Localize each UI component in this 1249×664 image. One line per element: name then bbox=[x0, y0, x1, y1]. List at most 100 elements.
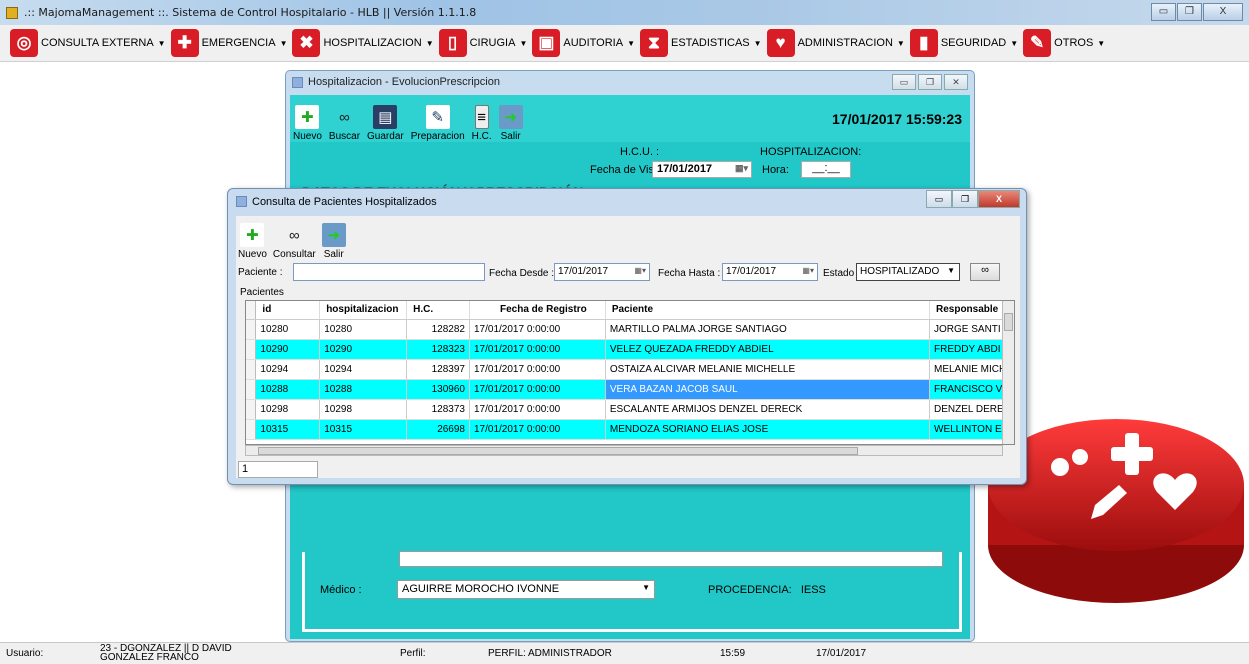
cell-responsable: FREDDY ABDI bbox=[929, 339, 1014, 360]
pacientes-group-label: Pacientes bbox=[240, 287, 284, 298]
menu-label: CONSULTA EXTERNA bbox=[41, 37, 154, 49]
cell-fecha: 17/01/2017 0:00:00 bbox=[469, 399, 606, 420]
dialog-nuevo-button[interactable]: ✚ Nuevo bbox=[238, 223, 267, 260]
chevron-down-icon: ▼ bbox=[279, 38, 288, 48]
cell-hc: 128397 bbox=[406, 359, 470, 380]
horizontal-scrollbar[interactable] bbox=[245, 445, 1003, 456]
table-row[interactable]: 10280 10280 128282 17/01/2017 0:00:00 MA… bbox=[246, 319, 1014, 340]
edit-document-icon: ✎ bbox=[425, 105, 450, 129]
binoculars-icon: ∞ bbox=[288, 226, 300, 244]
row-header[interactable] bbox=[246, 419, 257, 440]
calendar-icon: ▦▾ bbox=[802, 266, 814, 275]
hosp-hc-button[interactable]: ≡ H.C. bbox=[472, 105, 492, 142]
row-header[interactable] bbox=[246, 399, 257, 420]
observaciones-field[interactable] bbox=[399, 551, 943, 567]
hosp-salir-button[interactable]: ➜ Salir bbox=[498, 105, 523, 142]
column-header-paciente[interactable]: Paciente bbox=[605, 301, 931, 320]
hosp-nuevo-button[interactable]: ✚ Nuevo bbox=[293, 105, 322, 142]
dialog-close-button[interactable]: X bbox=[978, 190, 1020, 208]
scroll-thumb[interactable] bbox=[258, 447, 858, 455]
pacientes-table: id hospitalizacion H.C. Fecha de Registr… bbox=[246, 301, 1014, 440]
maximize-button[interactable]: ❐ bbox=[1177, 3, 1202, 21]
menu-consulta-externa[interactable]: ◎ CONSULTA EXTERNA ▼ bbox=[10, 27, 166, 59]
hosp-window-title: Hospitalizacion - EvolucionPrescripcion bbox=[308, 76, 500, 88]
minimize-button[interactable]: ▭ bbox=[1151, 3, 1176, 21]
dialog-salir-button[interactable]: ➜ Salir bbox=[321, 223, 346, 260]
cell-hc: 130960 bbox=[406, 379, 470, 400]
cell-id: 10290 bbox=[255, 339, 321, 360]
dialog-title: Consulta de Pacientes Hospitalizados bbox=[252, 195, 437, 208]
hora-input[interactable]: __:__ bbox=[801, 161, 851, 178]
dialog-minimize-button[interactable]: ▭ bbox=[926, 190, 952, 208]
cell-id: 10298 bbox=[255, 399, 321, 420]
hosp-salir-label: Salir bbox=[500, 131, 521, 142]
menu-cirugia[interactable]: ▯ CIRUGIA ▼ bbox=[438, 27, 527, 59]
hosp-maximize-button[interactable]: ❐ bbox=[918, 74, 942, 90]
dialog-maximize-button[interactable]: ❐ bbox=[952, 190, 978, 208]
vertical-scrollbar[interactable] bbox=[1002, 301, 1014, 444]
fecha-hasta-picker[interactable]: 17/01/2017 ▦▾ bbox=[722, 263, 818, 281]
fecha-visita-picker[interactable]: 17/01/2017 ▦▾ bbox=[652, 161, 752, 178]
cell-paciente: MARTILLO PALMA JORGE SANTIAGO bbox=[605, 319, 931, 340]
paciente-input[interactable] bbox=[293, 263, 485, 281]
pacientes-grid[interactable]: id hospitalizacion H.C. Fecha de Registr… bbox=[245, 300, 1015, 445]
chevron-down-icon: ▼ bbox=[896, 38, 905, 48]
dialog-window-controls: ▭ ❐ X bbox=[926, 190, 1020, 208]
menu-administracion[interactable]: ♥ ADMINISTRACION ▼ bbox=[766, 27, 905, 59]
dialog-content: ✚ Nuevo ∞ Consultar ➜ Salir Paciente : F… bbox=[236, 216, 1020, 478]
table-row[interactable]: 10294 10294 128397 17/01/2017 0:00:00 OS… bbox=[246, 359, 1014, 380]
menu-seguridad[interactable]: ▮ SEGURIDAD ▼ bbox=[909, 27, 1018, 59]
medico-select[interactable]: AGUIRRE MOROCHO IVONNE ▼ bbox=[397, 580, 655, 599]
fecha-desde-picker[interactable]: 17/01/2017 ▦▾ bbox=[554, 263, 650, 281]
row-header[interactable] bbox=[246, 359, 257, 380]
cell-hospitalizacion: 10298 bbox=[319, 399, 408, 420]
table-row[interactable]: 10298 10298 128373 17/01/2017 0:00:00 ES… bbox=[246, 399, 1014, 420]
row-header[interactable] bbox=[246, 379, 257, 400]
hosp-guardar-button[interactable]: ▤ Guardar bbox=[367, 105, 404, 142]
table-row-selected[interactable]: 10288 10288 130960 17/01/2017 0:00:00 VE… bbox=[246, 379, 1014, 400]
dialog-toolbar: ✚ Nuevo ∞ Consultar ➜ Salir bbox=[236, 216, 1020, 260]
column-header-hospitalizacion[interactable]: hospitalizacion bbox=[319, 301, 408, 320]
chevron-down-icon: ▼ bbox=[1097, 38, 1106, 48]
close-button[interactable]: X bbox=[1203, 3, 1243, 21]
menu-emergencia[interactable]: ✚ EMERGENCIA ▼ bbox=[170, 27, 288, 59]
hosp-preparacion-label: Preparacion bbox=[410, 131, 465, 142]
status-bar: Usuario: 23 - DGONZALEZ || D DAVID GONZA… bbox=[0, 642, 1249, 664]
column-header-responsable[interactable]: Responsable bbox=[929, 301, 1014, 320]
exit-door-icon: ➜ bbox=[321, 223, 346, 247]
hosp-close-button[interactable]: ✕ bbox=[944, 74, 968, 90]
hcu-label: H.C.U. : bbox=[620, 146, 660, 158]
estado-select[interactable]: HOSPITALIZADO ▼ bbox=[856, 263, 960, 281]
scroll-thumb[interactable] bbox=[1004, 313, 1013, 331]
cell-fecha: 17/01/2017 0:00:00 bbox=[469, 319, 606, 340]
column-header-fecha[interactable]: Fecha de Registro bbox=[469, 301, 606, 320]
cell-hc: 128323 bbox=[406, 339, 470, 360]
hosp-title-bar: Hospitalizacion - EvolucionPrescripcion bbox=[286, 71, 974, 93]
hosp-preparacion-button[interactable]: ✎ Preparacion bbox=[411, 105, 465, 142]
calendar-icon: ▦▾ bbox=[634, 266, 646, 275]
exit-door-icon: ➜ bbox=[498, 105, 523, 129]
hosp-minimize-button[interactable]: ▭ bbox=[892, 74, 916, 90]
hosp-datetime: 17/01/2017 15:59:23 bbox=[832, 111, 962, 127]
consulta-pacientes-dialog: Consulta de Pacientes Hospitalizados ▭ ❐… bbox=[227, 188, 1027, 485]
table-header-row: id hospitalizacion H.C. Fecha de Registr… bbox=[246, 301, 1014, 320]
window-controls: ▭ ❐ X bbox=[1151, 3, 1243, 21]
table-row[interactable]: 10290 10290 128323 17/01/2017 0:00:00 VE… bbox=[246, 339, 1014, 360]
medico-value: AGUIRRE MOROCHO IVONNE bbox=[402, 583, 560, 595]
search-button[interactable]: ∞ bbox=[970, 263, 1000, 281]
hosp-buscar-button[interactable]: ∞ Buscar bbox=[329, 105, 360, 143]
menu-otros[interactable]: ✎ OTROS ▼ bbox=[1023, 27, 1105, 59]
menu-label: SEGURIDAD bbox=[940, 37, 1007, 49]
row-header[interactable] bbox=[246, 339, 257, 360]
column-header-id[interactable]: id bbox=[255, 301, 321, 320]
row-header[interactable] bbox=[246, 319, 257, 340]
column-header-hc[interactable]: H.C. bbox=[406, 301, 470, 320]
dialog-consultar-button[interactable]: ∞ Consultar bbox=[273, 223, 316, 261]
table-row[interactable]: 10315 10315 26698 17/01/2017 0:00:00 MEN… bbox=[246, 419, 1014, 440]
menu-label: AUDITORIA bbox=[563, 37, 624, 49]
fecha-desde-label: Fecha Desde : bbox=[489, 268, 555, 279]
perfil-value: PERFIL: ADMINISTRADOR bbox=[488, 648, 612, 659]
menu-auditoria[interactable]: ▣ AUDITORIA ▼ bbox=[532, 27, 635, 59]
menu-hospitalizacion[interactable]: ✖ HOSPITALIZACION ▼ bbox=[292, 27, 434, 59]
menu-estadisticas[interactable]: ⧗ ESTADISTICAS ▼ bbox=[640, 27, 762, 59]
